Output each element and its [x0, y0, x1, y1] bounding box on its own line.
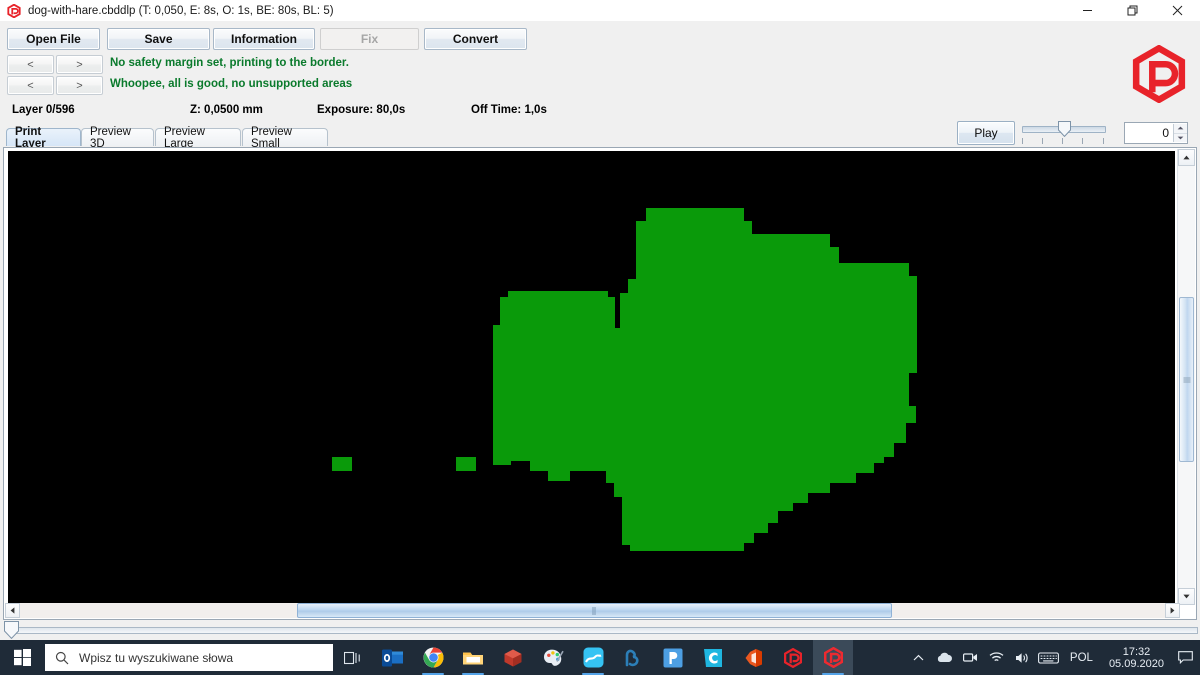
- layer-slider-thumb[interactable]: [4, 621, 19, 640]
- layer-position-slider[interactable]: [2, 620, 1198, 640]
- paint-3d-icon[interactable]: [533, 640, 573, 675]
- layer-prev-button[interactable]: <: [7, 55, 54, 74]
- supports-message: Whoopee, all is good, no unsupported are…: [110, 78, 353, 90]
- file-explorer-icon[interactable]: [453, 640, 493, 675]
- uvtools-logo: [1130, 44, 1188, 104]
- search-input[interactable]: Wpisz tu wyszukiwane słowa: [45, 644, 333, 671]
- scroll-up-arrow-icon[interactable]: [1178, 149, 1195, 166]
- layer-slider-track[interactable]: [16, 627, 1198, 634]
- meshmixer-icon[interactable]: [613, 640, 653, 675]
- windows-start-icon[interactable]: [0, 640, 45, 675]
- uvtools-icon[interactable]: [773, 640, 813, 675]
- volume-icon[interactable]: [1010, 640, 1036, 675]
- convert-button[interactable]: Convert: [424, 28, 527, 50]
- tab-preview-3d[interactable]: Preview 3D: [81, 126, 154, 150]
- outlook-icon[interactable]: [373, 640, 413, 675]
- search-icon: [45, 651, 79, 665]
- layer-canvas[interactable]: [8, 151, 1175, 603]
- exposure-status: Exposure: 80,0s: [317, 104, 406, 116]
- maximize-restore-button[interactable]: [1110, 0, 1155, 21]
- office-icon[interactable]: [733, 640, 773, 675]
- layer-next-button[interactable]: >: [56, 55, 103, 74]
- tab-print-layer[interactable]: Print Layer: [6, 126, 81, 150]
- onedrive-cloud-icon[interactable]: [932, 640, 958, 675]
- safety-margin-message: No safety margin set, printing to the bo…: [110, 57, 349, 69]
- application-window: dog-with-hare.cbddlp (T: 0,050, E: 8s, O…: [0, 0, 1200, 675]
- layer-viewer[interactable]: [3, 147, 1197, 620]
- open-file-button[interactable]: Open File: [7, 28, 100, 50]
- minimize-button[interactable]: [1065, 0, 1110, 21]
- notification-icon[interactable]: [1172, 640, 1198, 675]
- prusaslicer-icon[interactable]: [653, 640, 693, 675]
- scroll-left-arrow-icon[interactable]: [5, 603, 20, 618]
- layer-slice-shape: [8, 151, 1175, 603]
- z-status: Z: 0,0500 mm: [190, 104, 263, 116]
- uvtools-active-icon[interactable]: [813, 640, 853, 675]
- photos-icon[interactable]: [573, 640, 613, 675]
- device-icon[interactable]: [958, 640, 984, 675]
- vertical-scrollbar[interactable]: [1177, 149, 1195, 605]
- clock[interactable]: 17:32 05.09.2020: [1101, 646, 1172, 670]
- task-view-icon[interactable]: [333, 640, 373, 675]
- clock-date: 05.09.2020: [1108, 657, 1164, 670]
- wifi-icon[interactable]: [984, 640, 1010, 675]
- chitubox-icon[interactable]: [693, 640, 733, 675]
- language-indicator[interactable]: POL: [1062, 652, 1101, 664]
- scrollbar-grip-icon: [1183, 377, 1190, 382]
- uvtools-hex-p-icon: [3, 0, 25, 21]
- search-placeholder-text: Wpisz tu wyszukiwane słowa: [79, 650, 234, 665]
- windows-taskbar: Wpisz tu wyszukiwane słowa POL 17:32 05.…: [0, 640, 1200, 675]
- information-button[interactable]: Information: [213, 28, 315, 50]
- keyboard-icon[interactable]: [1036, 640, 1062, 675]
- scroll-right-arrow-icon[interactable]: [1165, 603, 1180, 618]
- scroll-down-arrow-icon[interactable]: [1178, 588, 1195, 605]
- save-button[interactable]: Save: [107, 28, 210, 50]
- chevron-up-icon[interactable]: [906, 640, 932, 675]
- close-button[interactable]: [1155, 0, 1200, 21]
- system-tray: POL 17:32 05.09.2020: [906, 640, 1200, 675]
- tab-preview-small[interactable]: Preview Small: [242, 126, 328, 150]
- scrollbar-grip-icon: [592, 606, 597, 615]
- clock-time: 17:32: [1122, 645, 1151, 658]
- vertical-scrollbar-thumb[interactable]: [1179, 297, 1194, 462]
- 3d-viewer-icon[interactable]: [493, 640, 533, 675]
- layer-status: Layer 0/596: [12, 104, 75, 116]
- horizontal-scrollbar-thumb[interactable]: [297, 603, 892, 618]
- tab-preview-large[interactable]: Preview Large: [155, 126, 241, 150]
- toolbar-area: Open File Save Information Fix Convert <…: [0, 21, 1200, 145]
- title-bar: dog-with-hare.cbddlp (T: 0,050, E: 8s, O…: [0, 0, 1200, 22]
- chrome-icon[interactable]: [413, 640, 453, 675]
- window-title: dog-with-hare.cbddlp (T: 0,050, E: 8s, O…: [28, 4, 334, 17]
- issue-prev-button[interactable]: <: [7, 76, 54, 95]
- view-tabs: Print Layer Preview 3D Preview Large Pre…: [0, 126, 1200, 150]
- fix-button: Fix: [320, 28, 419, 50]
- horizontal-scrollbar[interactable]: [5, 603, 1180, 618]
- issue-next-button[interactable]: >: [56, 76, 103, 95]
- off-time-status: Off Time: 1,0s: [471, 104, 547, 116]
